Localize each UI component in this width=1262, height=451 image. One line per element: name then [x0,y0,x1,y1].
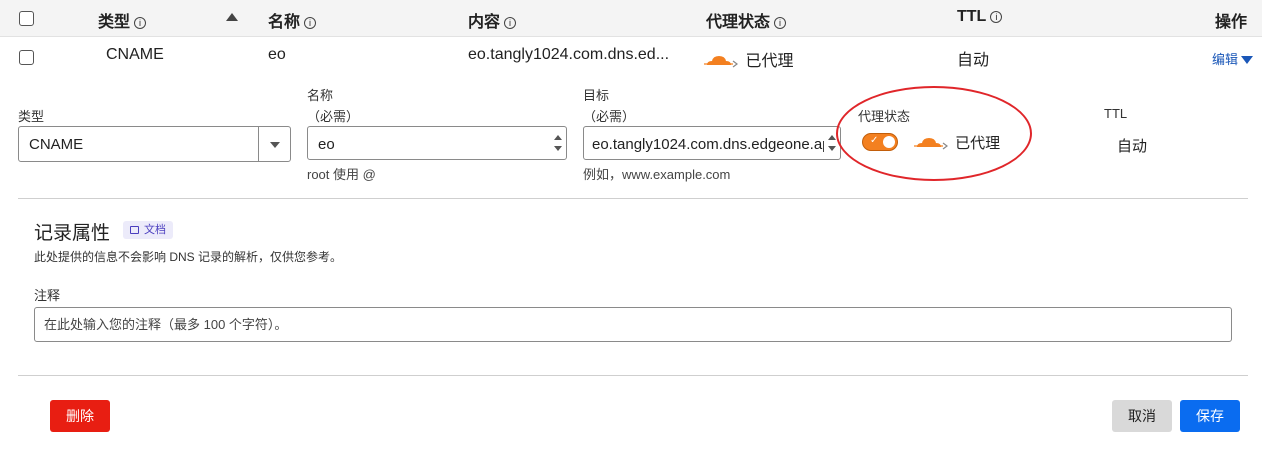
proxy-status-value: 已代理 [955,135,1001,152]
type-label: 类型 [18,109,45,124]
target-label: 目标 [583,88,610,103]
select-all-checkbox[interactable] [19,11,34,26]
docs-link[interactable]: 文档 [123,221,173,239]
record-name: eo [268,46,286,63]
orange-cloud-icon [704,56,738,68]
column-proxy-status-label: 代理状态 [706,14,771,31]
column-actions: 操作 [1215,14,1248,31]
cancel-button[interactable]: 取消 [1112,400,1172,432]
section-description: 此处提供的信息不会影响 DNS 记录的解析，仅供您参考。 [34,250,343,264]
info-icon[interactable]: i [504,17,517,29]
table-header: 类型 i 名称 i 内容 i 代理状态 i TTL i 操作 [0,0,1262,37]
record-type: CNAME [106,46,164,63]
toggle-knob [883,136,895,148]
comment-input[interactable] [35,308,1231,341]
record-proxy-status: 已代理 [703,47,793,71]
name-hint: root 使用 @ [307,167,376,182]
column-name-label: 名称 [268,14,301,31]
name-input-value: eo [318,136,335,153]
target-required: （必需） [583,109,636,124]
delete-button[interactable]: 删除 [50,400,110,432]
proxy-status-display: 已代理 [913,132,1000,153]
name-required: （必需） [307,109,360,124]
column-content[interactable]: 内容 i [468,8,517,32]
sort-ascending-icon[interactable] [226,13,238,21]
type-select[interactable]: CNAME [18,126,291,162]
ttl-value: 自动 [1117,138,1148,155]
chevron-down-icon [1241,56,1254,64]
check-icon: ✓ [870,135,879,146]
section-title: 记录属性 [34,223,111,244]
type-select-value: CNAME [29,136,84,153]
info-icon[interactable]: i [304,17,317,29]
divider [18,198,1248,199]
spinner-icon[interactable] [550,127,566,159]
column-type-label: 类型 [98,14,131,31]
divider [18,375,1248,376]
proxy-toggle[interactable]: ✓ [862,133,898,151]
row-checkbox[interactable] [19,50,34,65]
edit-label: 编辑 [1212,52,1239,67]
target-input[interactable]: eo.tangly1024.com.dns.edgeone.app [583,126,841,160]
docs-link-label: 文档 [144,224,166,236]
column-ttl[interactable]: TTL i [957,8,1003,26]
info-icon[interactable]: i [990,11,1003,23]
column-proxy-status[interactable]: 代理状态 i [706,8,787,32]
orange-cloud-icon [914,138,948,150]
name-label: 名称 [307,88,334,103]
spinner-icon[interactable] [824,127,840,159]
proxy-status-label: 代理状态 [858,109,911,124]
ttl-label: TTL [1104,106,1128,121]
edit-button[interactable]: 编辑 [1212,49,1254,68]
record-ttl: 自动 [957,52,990,69]
column-ttl-label: TTL [957,8,987,25]
column-content-label: 内容 [468,14,501,31]
record-proxy-status-label: 已代理 [745,53,794,70]
info-icon[interactable]: i [774,17,787,29]
target-hint: 例如，www.example.com [583,167,731,182]
column-name[interactable]: 名称 i [268,8,317,32]
chevron-down-icon[interactable] [258,127,290,161]
book-icon [130,226,139,234]
info-icon[interactable]: i [134,17,147,29]
comment-label: 注释 [34,288,61,303]
record-content: eo.tangly1024.com.dns.ed... [468,46,670,63]
save-button[interactable]: 保存 [1180,400,1240,432]
target-input-value: eo.tangly1024.com.dns.edgeone.app [592,136,824,153]
comment-field[interactable] [34,307,1232,342]
name-input[interactable]: eo [307,126,567,160]
column-type[interactable]: 类型 i [98,8,147,32]
